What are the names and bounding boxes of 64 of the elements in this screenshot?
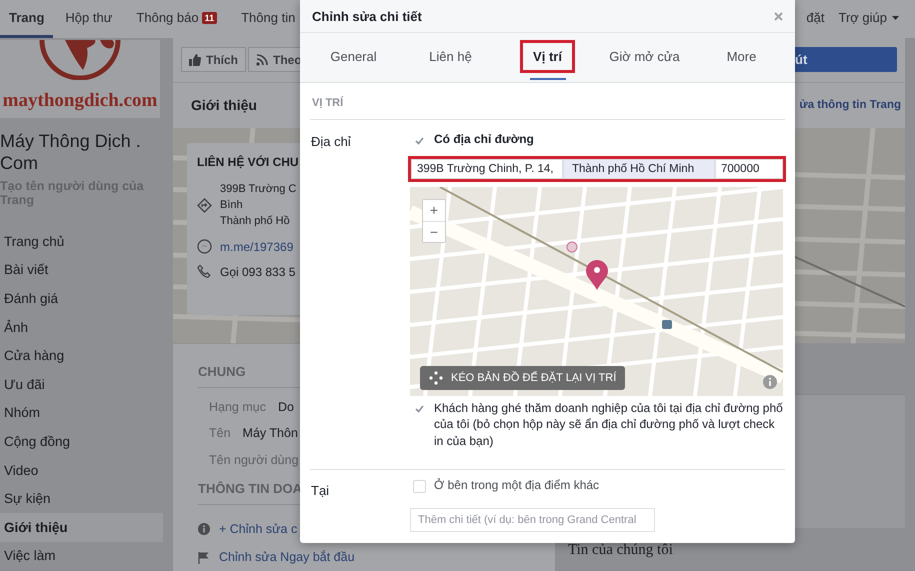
sidebar-item[interactable]: Sự kiện <box>0 484 163 513</box>
field-value: Máy Thôn <box>242 426 298 440</box>
like-button[interactable]: Thích <box>181 47 246 72</box>
messenger-link[interactable]: m.me/197369 <box>220 240 294 254</box>
notification-badge: 11 <box>202 12 218 24</box>
field-label: Tại <box>310 482 330 500</box>
checkmark-icon <box>415 405 424 413</box>
street-address-checkbox[interactable]: Có địa chỉ đường <box>410 133 785 148</box>
field-label: Tên <box>209 426 231 440</box>
dialog-tab[interactable]: Liên hệ <box>402 33 499 82</box>
page-name: Máy Thông Dịch . Com <box>0 130 142 174</box>
info-icon <box>198 523 210 535</box>
flag-icon <box>198 550 210 564</box>
field-value: Do <box>278 400 294 414</box>
field-label: Hạng mục <box>209 400 266 414</box>
nav-tab[interactable]: Thông báo 11 <box>124 0 230 38</box>
sidebar-item[interactable]: Nhóm <box>0 398 163 428</box>
dialog-tab[interactable]: More <box>693 33 790 82</box>
map-pin-icon <box>586 260 608 290</box>
sidebar-item[interactable]: Video <box>0 456 163 484</box>
directions-icon <box>197 198 212 213</box>
edit-link[interactable]: + Chỉnh sửa c <box>219 522 298 536</box>
rss-icon <box>256 54 268 66</box>
sidebar-item[interactable]: Ưu đãi <box>0 370 163 399</box>
nav-tab[interactable]: Hộp thư <box>53 0 124 38</box>
messenger-icon <box>197 239 212 254</box>
address-field[interactable]: 700000 <box>715 158 783 178</box>
card-title: Tin của chúng tôi <box>567 542 674 558</box>
details-input[interactable]: Thêm chi tiết (ví dụ: bên trong Grand Central <box>410 508 655 532</box>
checkmark-icon <box>415 136 424 144</box>
sidebar-item[interactable]: Đánh giá <box>0 284 163 313</box>
zoom-out-button[interactable]: − <box>423 220 445 242</box>
nav-link[interactable]: đặt <box>806 0 824 38</box>
info-icon[interactable] <box>763 374 777 388</box>
drag-map-button[interactable]: KÉO BẢN ĐỒ ĐỂ ĐẶT LẠI VỊ TRÍ <box>420 366 626 390</box>
address-field[interactable]: 399B Trường Chinh, P. 14, <box>411 158 563 178</box>
section-heading: VỊ TRÍ <box>310 83 785 120</box>
sidebar-item[interactable]: Việc làm <box>0 542 163 570</box>
sidebar-item[interactable]: Cửa hàng <box>0 341 163 370</box>
dialog-title: Chỉnh sửa chi tiết <box>312 8 422 24</box>
card-title: LIÊN HỆ VỚI CHU <box>197 155 300 170</box>
visitors-checkbox[interactable]: Khách hàng ghé thăm doanh nghiệp của tôi tại địa chỉ đường phố của tôi (bỏ chọn hộp này sẽ ẩn địa chỉ đường phố và lượt check in của bạn) <box>410 402 785 449</box>
field-label: Tên người dùng <box>209 452 299 467</box>
edit-link[interactable]: Chỉnh sửa Ngay bắt đầu <box>219 550 355 564</box>
address-text: 399B Trường C Bình Thành phố Hồ <box>220 182 296 230</box>
move-icon <box>429 370 443 384</box>
sidebar-item[interactable]: Giới thiệu <box>0 512 163 542</box>
field-label: Địa chỉ <box>310 133 352 151</box>
sidebar-item[interactable]: Ảnh <box>0 312 163 342</box>
close-icon[interactable] <box>774 12 783 20</box>
dialog-tab[interactable]: Vị trí <box>499 33 596 82</box>
dialog-tab[interactable]: Giờ mở cửa <box>596 33 693 82</box>
caret-icon <box>892 16 899 20</box>
address-field[interactable]: Thành phố Hồ Chí Minh <box>563 158 715 178</box>
edit-page-info-link[interactable]: ửa thông tin Trang <box>799 99 901 112</box>
thumbs-up-icon <box>189 54 201 66</box>
sidebar-item[interactable]: Trang chủ <box>0 227 163 256</box>
section-title: Giới thiệu <box>191 97 257 114</box>
phone-text: Gọi 093 833 5 <box>220 264 296 279</box>
logo-text: maythongdich.com <box>2 90 158 113</box>
phone-icon <box>197 264 212 280</box>
sidebar-item[interactable]: Bài viết <box>0 256 163 284</box>
help-menu[interactable]: Trợ giúp <box>838 0 899 38</box>
sidebar-item[interactable]: Cộng đồng <box>0 427 163 456</box>
